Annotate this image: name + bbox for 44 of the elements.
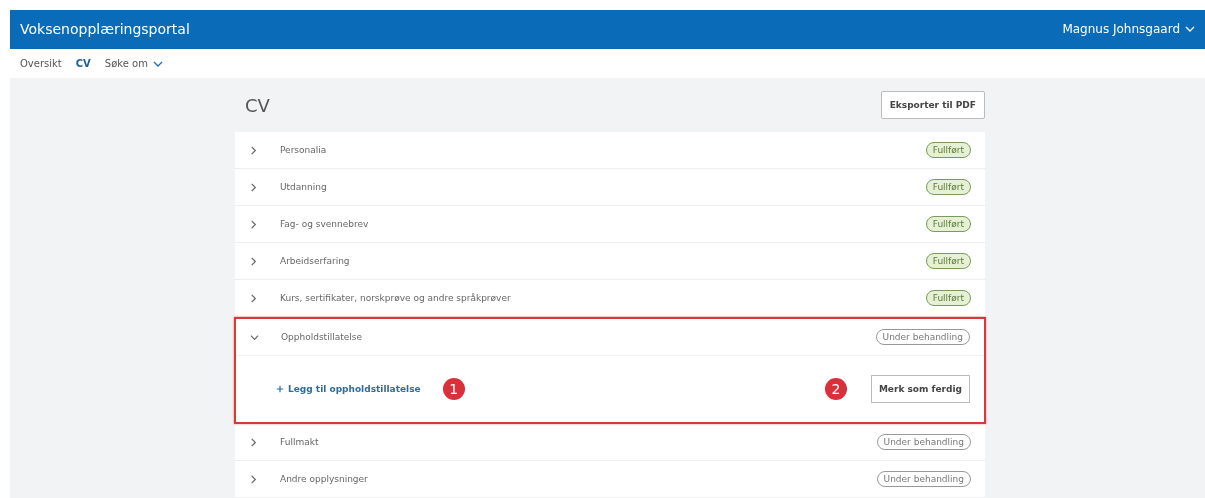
- page-title: CV: [245, 94, 270, 116]
- status-badge: Fullført: [925, 253, 971, 269]
- nav-tab[interactable]: Søke om: [104, 58, 163, 70]
- add-link[interactable]: Legg til oppholdstillatelse: [276, 384, 421, 394]
- nav-tab[interactable]: CV: [75, 58, 91, 70]
- chevron-right-icon: [249, 474, 258, 484]
- section-row[interactable]: Andre opplysninger Under behandling: [235, 461, 985, 497]
- mark-done-button[interactable]: Merk som ferdig: [870, 375, 970, 403]
- section-label: Andre opplysninger: [280, 474, 369, 484]
- section-row[interactable]: Personalia Fullført: [235, 132, 985, 168]
- export-button[interactable]: Eksporter til PDF: [880, 91, 985, 119]
- section-label: Oppholdstillatelse: [281, 332, 363, 342]
- section-label: Arbeidserfaring: [280, 256, 351, 266]
- status-badge: Under behandling: [876, 434, 971, 450]
- chevron-right-icon: [249, 145, 258, 155]
- section-row[interactable]: Oppholdstillatelse Under behandling: [236, 319, 984, 355]
- section-label: Utdanning: [280, 182, 328, 192]
- section-label: Fag- og svennebrev: [280, 219, 370, 229]
- number-marker: 2: [824, 378, 847, 400]
- status-badge: Under behandling: [875, 329, 970, 345]
- app-title: Voksenopplæringsportal: [20, 21, 190, 38]
- nav-tab[interactable]: Oversikt: [20, 58, 62, 70]
- user-menu[interactable]: Magnus Johnsgaard: [1062, 22, 1195, 37]
- section-label: Fullmakt: [280, 437, 320, 447]
- chevron-right-icon: [249, 182, 258, 192]
- chevron-right-icon: [249, 219, 258, 229]
- plus-icon: [276, 385, 284, 393]
- section-label: Personalia: [280, 145, 328, 155]
- chevron-down-icon: [250, 332, 259, 342]
- status-badge: Under behandling: [876, 471, 971, 487]
- section-row[interactable]: Utdanning Fullført: [235, 169, 985, 205]
- section-row[interactable]: Fag- og svennebrev Fullført: [235, 206, 985, 242]
- section-row[interactable]: Arbeidserfaring Fullført: [235, 243, 985, 279]
- status-badge: Fullført: [925, 142, 971, 158]
- section-row[interactable]: Fullmakt Under behandling: [235, 424, 985, 460]
- chevron-right-icon: [249, 293, 258, 303]
- status-badge: Fullført: [925, 216, 971, 232]
- section-label: Kurs, sertifikater, norskprøve og andre språkprøver: [280, 293, 512, 303]
- number-marker: 1: [442, 378, 465, 400]
- chevron-right-icon: [249, 256, 258, 266]
- status-badge: Fullført: [925, 290, 971, 306]
- status-badge: Fullført: [925, 179, 971, 195]
- section-row[interactable]: Kurs, sertifikater, norskprøve og andre språkprøver Fullført: [235, 280, 985, 316]
- chevron-right-icon: [249, 437, 258, 447]
